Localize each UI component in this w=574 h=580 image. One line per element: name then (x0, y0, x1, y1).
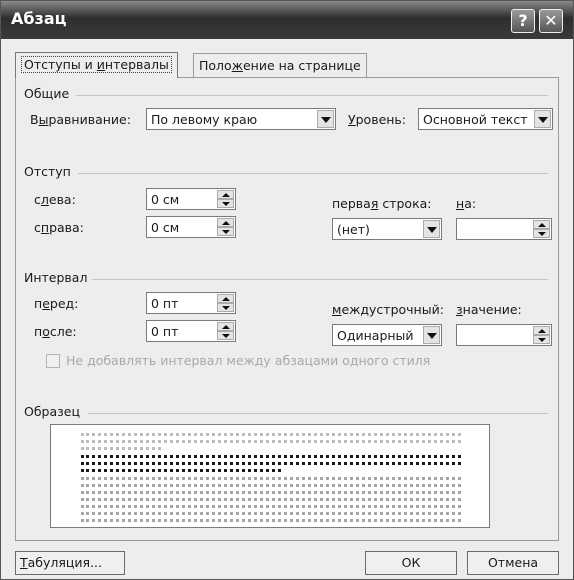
indent-by-label: на: (456, 196, 477, 211)
spacing-after-spinner[interactable]: 0 пт (146, 320, 236, 342)
tab-label-accel: и (96, 57, 105, 72)
indent-right-spinner[interactable]: 0 см (146, 216, 236, 238)
spacing-after-value: 0 пт (151, 324, 179, 339)
spin-down-icon[interactable] (217, 331, 234, 340)
cancel-button[interactable]: Отмена (467, 551, 559, 575)
first-line-label: первая строка: (332, 196, 432, 211)
chevron-down-icon[interactable] (534, 110, 551, 128)
spin-down-icon[interactable] (217, 227, 234, 236)
group-divider (76, 95, 548, 96)
indent-by-spinner[interactable] (456, 218, 552, 240)
spacing-heading: Интервал (24, 270, 88, 285)
spin-buttons[interactable] (533, 326, 550, 344)
tab-label-part: ение на странице (242, 58, 361, 73)
preview-previous-line (81, 433, 461, 436)
preview-next-line (81, 477, 461, 480)
tab-label-part: нтервалы (104, 57, 169, 72)
preview-heading: Образец (24, 404, 80, 419)
tab-page-position[interactable]: Положение на странице (193, 53, 367, 78)
group-divider (92, 279, 548, 280)
close-button[interactable]: ✕ (539, 9, 563, 33)
line-spacing-label: междустрочный: (332, 302, 444, 317)
indent-left-value: 0 см (151, 192, 180, 207)
alignment-select[interactable]: По левому краю (146, 108, 336, 130)
preview-next-line (81, 512, 461, 515)
help-button[interactable]: ? (511, 9, 535, 33)
spin-down-icon[interactable] (533, 335, 550, 344)
dialog-title: Абзац (11, 9, 67, 28)
tabs-button[interactable]: Табуляция... (15, 551, 125, 575)
first-line-select[interactable]: (нет) (332, 218, 442, 240)
indent-heading: Отступ (24, 164, 71, 179)
line-spacing-value: Одинарный (337, 328, 414, 343)
preview-next-line (81, 491, 461, 494)
spacing-before-label: перед: (34, 296, 79, 311)
preview-next-line (81, 505, 461, 508)
tab-label-accel: ж (231, 58, 243, 73)
spacing-after-label: после: (34, 324, 77, 339)
spin-down-icon[interactable] (217, 303, 234, 312)
spacing-before-spinner[interactable]: 0 пт (146, 292, 236, 314)
tab-label-part: Отступы и (24, 57, 97, 72)
spin-buttons[interactable] (217, 190, 234, 208)
group-divider (88, 413, 548, 414)
line-spacing-select[interactable]: Одинарный (332, 324, 442, 346)
group-divider (78, 173, 548, 174)
level-select[interactable]: Основной текст (418, 108, 553, 130)
title-bar: Абзац ? ✕ (1, 1, 573, 39)
spin-up-icon[interactable] (217, 322, 234, 331)
indent-left-label: слева: (34, 192, 76, 207)
line-spacing-at-label: значение: (456, 302, 522, 317)
spacing-before-value: 0 пт (151, 296, 179, 311)
chevron-down-icon[interactable] (317, 110, 334, 128)
spin-up-icon[interactable] (217, 190, 234, 199)
spin-buttons[interactable] (217, 294, 234, 312)
spin-up-icon[interactable] (533, 220, 550, 229)
preview-box (50, 424, 490, 528)
spin-up-icon[interactable] (217, 218, 234, 227)
spin-down-icon[interactable] (217, 199, 234, 208)
line-spacing-at-spinner[interactable] (456, 324, 552, 346)
preview-next-line (81, 484, 461, 487)
indent-right-label: справа: (34, 220, 84, 235)
tab-indents-spacing[interactable]: Отступы и интервалы (15, 52, 178, 78)
first-line-value: (нет) (337, 222, 370, 237)
chevron-down-icon[interactable] (423, 326, 440, 344)
preview-previous-line (81, 440, 461, 443)
spin-down-icon[interactable] (533, 229, 550, 238)
preview-sample-line (81, 462, 461, 465)
no-space-same-style-checkbox[interactable] (46, 354, 60, 368)
level-value: Основной текст (423, 112, 528, 127)
ok-button[interactable]: ОК (365, 551, 457, 575)
chevron-down-icon[interactable] (423, 220, 440, 238)
preview-sample-line (81, 455, 461, 458)
level-label: Уровень: (348, 112, 407, 127)
spin-up-icon[interactable] (217, 294, 234, 303)
tab-panel: Общие Выравнивание: По левому краю Урове… (15, 77, 559, 541)
alignment-value: По левому краю (151, 112, 258, 127)
spin-buttons[interactable] (217, 322, 234, 340)
spin-up-icon[interactable] (533, 326, 550, 335)
spin-buttons[interactable] (533, 220, 550, 238)
indent-left-spinner[interactable]: 0 см (146, 188, 236, 210)
preview-previous-line (81, 447, 161, 450)
preview-next-line (81, 519, 461, 522)
no-space-same-style-label: Не добавлять интервал между абзацами одн… (66, 353, 431, 368)
preview-sample-line (81, 469, 281, 472)
general-heading: Общие (24, 86, 70, 101)
paragraph-dialog: Абзац ? ✕ Отступы и интервалы Положение … (0, 0, 574, 580)
indent-right-value: 0 см (151, 220, 180, 235)
preview-next-line (81, 498, 461, 501)
tab-label-part: Поло (199, 58, 232, 73)
alignment-label: Выравнивание: (30, 112, 131, 127)
spin-buttons[interactable] (217, 218, 234, 236)
